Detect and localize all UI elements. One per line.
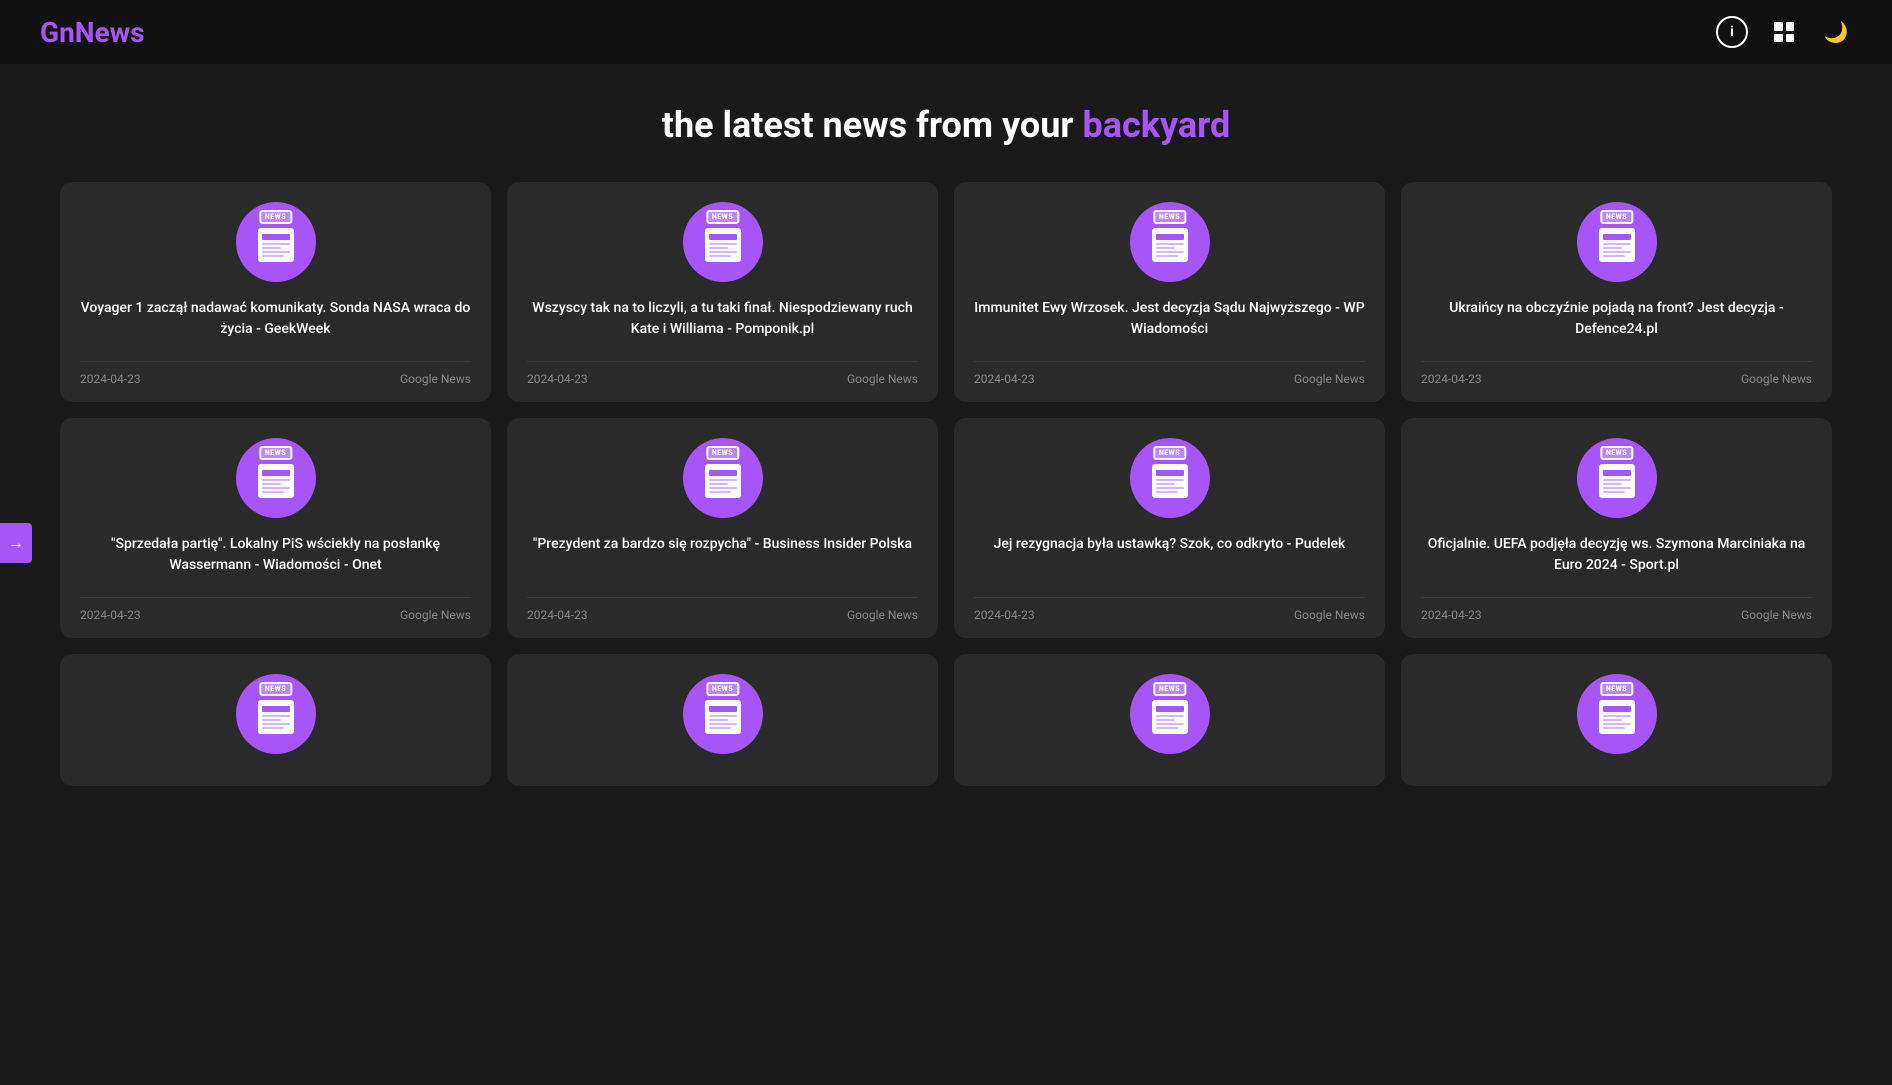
card-source: Google News	[400, 608, 471, 622]
card-source: Google News	[400, 372, 471, 386]
news-icon-circle: NEWS	[1130, 202, 1210, 282]
news-icon-circle: NEWS	[683, 202, 763, 282]
header: GnNews i 🌙	[0, 0, 1892, 64]
card-source: Google News	[1294, 608, 1365, 622]
card-title: Oficjalnie. UEFA podjęła decyzję ws. Szy…	[1421, 534, 1812, 585]
news-card[interactable]: NEWS	[507, 654, 938, 786]
news-card[interactable]: NEWS Voyager 1 zaczął nadawać komunikaty…	[60, 182, 491, 402]
card-footer: 2024-04-23 Google News	[80, 597, 471, 622]
card-footer: 2024-04-23 Google News	[527, 597, 918, 622]
news-card[interactable]: NEWS "Prezydent za bardzo się rozpycha" …	[507, 418, 938, 638]
card-date: 2024-04-23	[527, 608, 588, 622]
news-card[interactable]: NEWS	[954, 654, 1385, 786]
card-footer: 2024-04-23 Google News	[974, 361, 1365, 386]
news-icon-circle: NEWS	[1577, 202, 1657, 282]
news-icon-circle: NEWS	[1130, 438, 1210, 518]
grid-icon[interactable]	[1768, 16, 1800, 48]
card-date: 2024-04-23	[1421, 372, 1482, 386]
card-footer: 2024-04-23 Google News	[1421, 597, 1812, 622]
news-card[interactable]: NEWS	[1401, 654, 1832, 786]
sidebar-toggle[interactable]: →	[0, 523, 32, 563]
news-icon-circle: NEWS	[236, 438, 316, 518]
logo[interactable]: GnNews	[40, 16, 145, 49]
card-title: Ukraińcy na obczyźnie pojadą na front? J…	[1421, 298, 1812, 349]
card-title: "Prezydent za bardzo się rozpycha" - Bus…	[533, 534, 912, 585]
card-date: 2024-04-23	[80, 372, 141, 386]
card-date: 2024-04-23	[1421, 608, 1482, 622]
news-card[interactable]: NEWS Wszyscy tak na to liczyli, a tu tak…	[507, 182, 938, 402]
card-footer: 2024-04-23 Google News	[527, 361, 918, 386]
card-title: Immunitet Ewy Wrzosek. Jest decyzja Sądu…	[974, 298, 1365, 349]
main-content: the latest news from your backyard NEWS …	[0, 64, 1892, 846]
card-title: Jej rezygnacja była ustawką? Szok, co od…	[994, 534, 1346, 585]
hero-heading: the latest news from your backyard	[60, 104, 1832, 146]
news-icon-circle: NEWS	[236, 674, 316, 754]
news-grid: NEWS Voyager 1 zaczął nadawać komunikaty…	[60, 182, 1832, 786]
moon-icon[interactable]: 🌙	[1820, 16, 1852, 48]
card-source: Google News	[847, 608, 918, 622]
info-icon[interactable]: i	[1716, 16, 1748, 48]
card-title: "Sprzedała partię". Lokalny PiS wściekły…	[80, 534, 471, 585]
card-date: 2024-04-23	[974, 608, 1035, 622]
card-source: Google News	[1741, 372, 1812, 386]
news-card[interactable]: NEWS Jej rezygnacja była ustawką? Szok, …	[954, 418, 1385, 638]
card-footer: 2024-04-23 Google News	[1421, 361, 1812, 386]
news-card[interactable]: NEWS "Sprzedała partię". Lokalny PiS wśc…	[60, 418, 491, 638]
card-source: Google News	[1741, 608, 1812, 622]
news-icon-circle: NEWS	[683, 438, 763, 518]
header-icons: i 🌙	[1716, 16, 1852, 48]
news-icon-circle: NEWS	[236, 202, 316, 282]
card-title: Voyager 1 zaczął nadawać komunikaty. Son…	[80, 298, 471, 349]
card-footer: 2024-04-23 Google News	[974, 597, 1365, 622]
news-card[interactable]: NEWS Oficjalnie. UEFA podjęła decyzję ws…	[1401, 418, 1832, 638]
news-card[interactable]: NEWS Ukraińcy na obczyźnie pojadą na fro…	[1401, 182, 1832, 402]
card-title: Wszyscy tak na to liczyli, a tu taki fin…	[527, 298, 918, 349]
card-date: 2024-04-23	[527, 372, 588, 386]
hero-section: the latest news from your backyard	[60, 104, 1832, 146]
news-icon-circle: NEWS	[1577, 674, 1657, 754]
card-date: 2024-04-23	[974, 372, 1035, 386]
news-icon-circle: NEWS	[1577, 438, 1657, 518]
news-icon-circle: NEWS	[683, 674, 763, 754]
card-footer: 2024-04-23 Google News	[80, 361, 471, 386]
news-icon-circle: NEWS	[1130, 674, 1210, 754]
card-source: Google News	[847, 372, 918, 386]
card-source: Google News	[1294, 372, 1365, 386]
card-date: 2024-04-23	[80, 608, 141, 622]
news-card[interactable]: NEWS	[60, 654, 491, 786]
news-card[interactable]: NEWS Immunitet Ewy Wrzosek. Jest decyzja…	[954, 182, 1385, 402]
